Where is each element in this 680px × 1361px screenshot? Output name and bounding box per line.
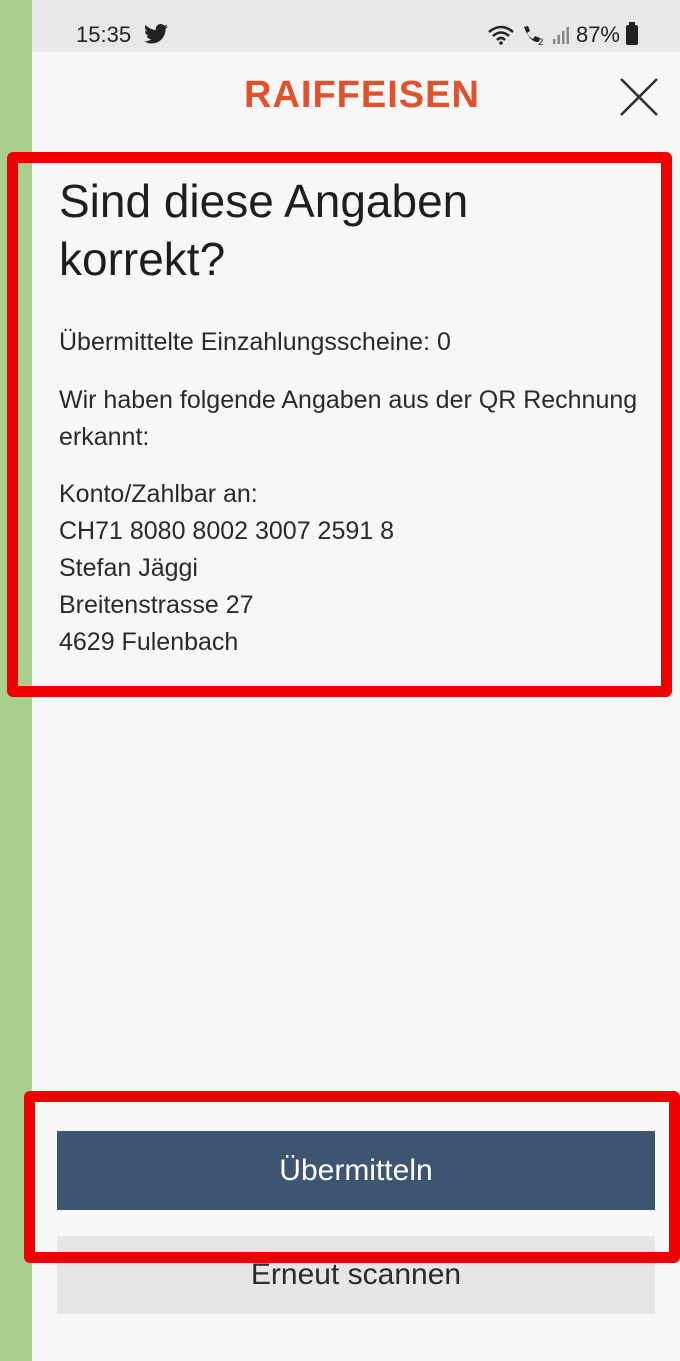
brand-logo: RAIFFEISEN [244, 74, 480, 116]
signal-icon [552, 27, 569, 44]
highlight-box-submit [24, 1091, 680, 1263]
status-bar: 15:35 2 87% [32, 0, 680, 52]
highlight-box-details [7, 152, 672, 697]
svg-text:2: 2 [538, 38, 544, 46]
status-icons: 2 87% [488, 22, 638, 48]
twitter-icon [144, 24, 168, 44]
close-icon[interactable] [616, 74, 662, 120]
wifi-icon [488, 25, 514, 45]
status-time: 15:35 [76, 22, 132, 47]
battery-icon [626, 22, 638, 45]
battery-percent: 87% [575, 22, 620, 47]
call-icon: 2 [523, 26, 544, 46]
